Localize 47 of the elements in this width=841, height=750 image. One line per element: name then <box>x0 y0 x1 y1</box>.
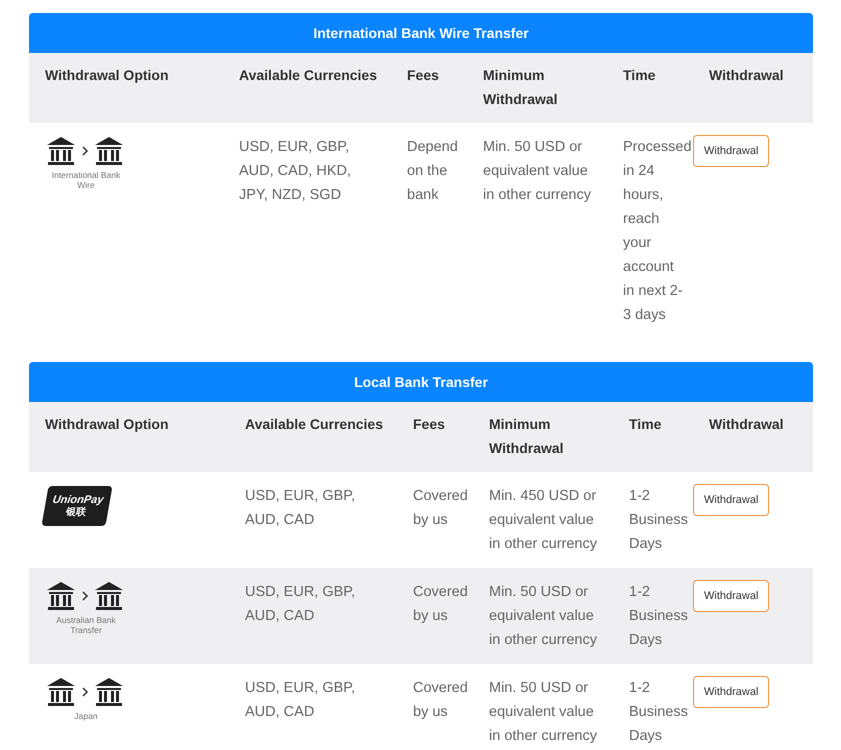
table-cell: USD, EUR, GBP, AUD, CAD <box>229 568 397 664</box>
column-header: Time <box>613 402 693 472</box>
chevron-icon <box>81 686 89 698</box>
table-cell-text: Min. 50 USD or equivalent value in other currency <box>488 679 598 746</box>
bank-icon <box>93 135 125 167</box>
chevron-icon <box>81 590 89 602</box>
table-cell: Min. 50 USD or equivalent value in other currency <box>473 568 613 664</box>
column-header: Withdrawal Option <box>29 402 229 472</box>
table-cell-text: Min. 50 USD or equivalent value in other currency <box>482 138 592 205</box>
column-header: Available Currencies <box>229 402 397 472</box>
bank-icon <box>93 676 125 708</box>
column-header: Withdrawal Option <box>29 53 223 123</box>
column-header: Minimum Withdrawal <box>473 402 613 472</box>
table-cell-text: 1-2 Business Days <box>628 679 689 746</box>
table-cell-text: USD, EUR, GBP, AUD, CAD, HKD, JPY, NZD, SGD <box>238 138 352 205</box>
table-cell-text: Processed in 24 hours, reach your account in next 2-3 days <box>622 138 693 325</box>
option-caption: Japan <box>73 711 99 721</box>
chevron-icon <box>81 145 89 157</box>
bank-icon <box>45 580 77 612</box>
bank-icon <box>93 580 125 612</box>
withdrawal-button[interactable]: Withdrawal <box>693 484 770 516</box>
bank-icon <box>45 676 77 708</box>
unionpay-logo: UnionPay 银联 <box>41 486 113 526</box>
column-header: Fees <box>391 53 467 123</box>
table-cell: 1-2 Business Days <box>613 568 693 664</box>
option-caption: Australian Bank Transfer <box>55 615 117 635</box>
withdrawal-button[interactable]: Withdrawal <box>693 676 770 708</box>
table-cell-text: USD, EUR, GBP, AUD, CAD <box>244 487 356 530</box>
table-cell-text: USD, EUR, GBP, AUD, CAD <box>244 679 356 722</box>
table-cell-text: Depend on the bank <box>406 138 459 205</box>
table-title: International Bank Wire Transfer <box>29 13 813 53</box>
table-cell-text: Covered by us <box>412 679 469 722</box>
table-cell-text: Min. 450 USD or equivalent value in other currency <box>488 487 598 554</box>
option-caption: International Bank Wire <box>50 170 122 190</box>
table-cell-text: 1-2 Business Days <box>628 487 689 554</box>
table-title: Local Bank Transfer <box>29 362 813 402</box>
table-cell-text: Covered by us <box>412 487 469 530</box>
bank-icon <box>45 135 77 167</box>
withdrawal-button[interactable]: Withdrawal <box>693 135 770 167</box>
column-header: Withdrawal <box>693 402 813 472</box>
column-header: Available Currencies <box>223 53 391 123</box>
column-header: Minimum Withdrawal <box>467 53 607 123</box>
column-header: Time <box>607 53 693 123</box>
withdrawal-button[interactable]: Withdrawal <box>693 580 770 612</box>
column-header: Withdrawal <box>693 53 813 123</box>
table-cell: Covered by us <box>397 568 473 664</box>
column-header: Fees <box>397 402 473 472</box>
